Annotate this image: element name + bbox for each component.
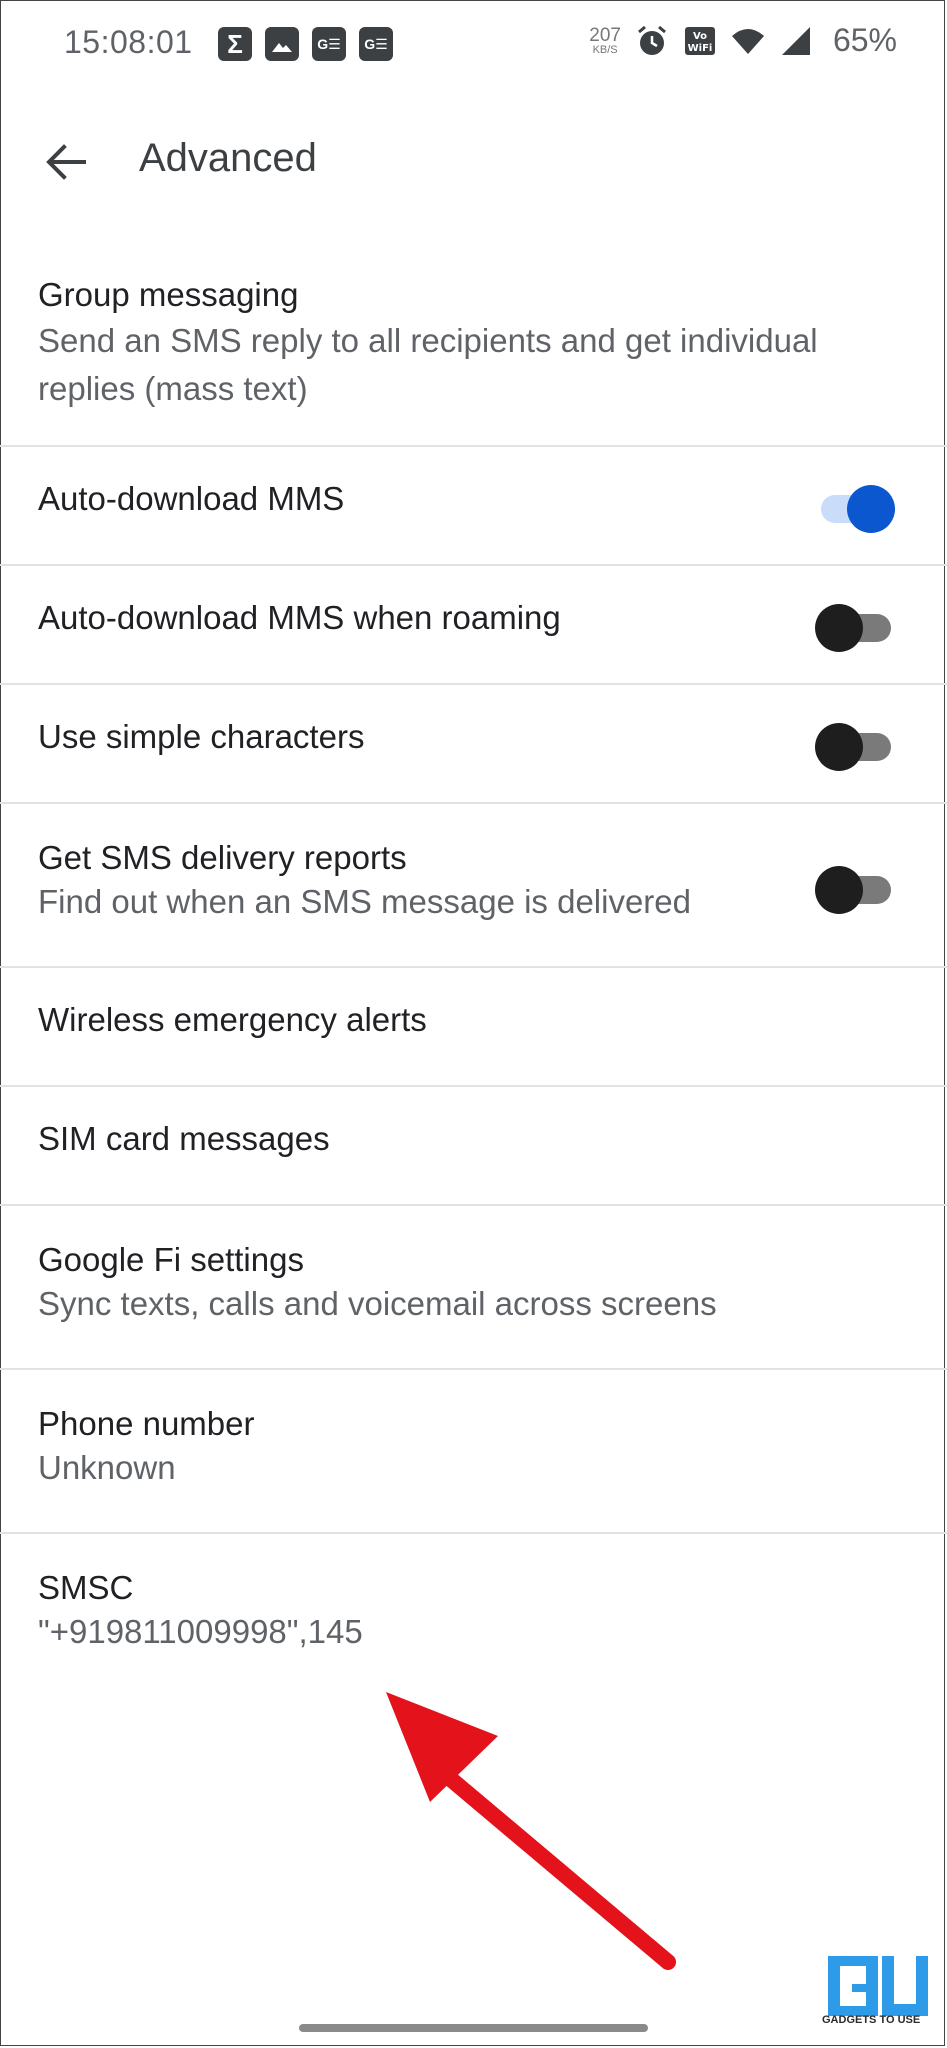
system-icons: 207 KB/S Vo WiFi 65% [589, 22, 897, 59]
setting-label: Google Fi settings [38, 1241, 304, 1278]
network-speed-unit: KB/S [592, 43, 618, 56]
setting-label: Use simple characters [38, 718, 365, 755]
setting-label: Group messaging [38, 276, 299, 313]
svg-text:WiFi: WiFi [688, 43, 713, 54]
auto-download-roaming-toggle[interactable] [815, 598, 895, 652]
home-indicator[interactable] [299, 2024, 648, 2032]
setting-label: SIM card messages [38, 1120, 330, 1157]
setting-value: Unknown [38, 1449, 176, 1486]
watermark-text: GADGETS TO USE [822, 2014, 921, 2026]
auto-download-mms-toggle[interactable] [815, 479, 895, 533]
setting-emergency-alerts[interactable]: Wireless emergency alerts [0, 968, 947, 1087]
network-speed: 207 KB/S [589, 26, 621, 56]
back-button[interactable] [36, 134, 96, 190]
svg-text:Vo: Vo [693, 31, 707, 42]
setting-label: Get SMS delivery reports [38, 839, 407, 876]
alarm-icon [637, 25, 666, 55]
settings-list: Group messaging Send an SMS reply to all… [0, 249, 947, 1684]
setting-auto-download-mms[interactable]: Auto-download MMS [0, 447, 947, 566]
delivery-reports-toggle[interactable] [815, 860, 895, 914]
setting-delivery-reports[interactable]: Get SMS delivery reports Find out when a… [0, 804, 947, 968]
setting-sim-card-messages[interactable]: SIM card messages [0, 1087, 947, 1206]
cellular-signal-icon [781, 26, 810, 55]
setting-label: Auto-download MMS when roaming [38, 599, 561, 636]
setting-google-fi[interactable]: Google Fi settings Sync texts, calls and… [0, 1206, 947, 1370]
toggle-knob [815, 866, 863, 914]
setting-smsc[interactable]: SMSC "+919811009998",145 [0, 1534, 947, 1684]
toggle-knob [847, 485, 895, 533]
simple-characters-toggle[interactable] [815, 717, 895, 771]
annotation-arrow-icon [386, 1692, 676, 1970]
setting-label: Wireless emergency alerts [38, 1001, 427, 1038]
setting-description: Sync texts, calls and voicemail across s… [38, 1285, 717, 1322]
notification-icons: Σ G☰ G☰ [218, 27, 393, 61]
setting-description: Send an SMS reply to all recipients and … [38, 322, 818, 407]
battery-percentage: 65% [832, 22, 897, 58]
setting-value: "+919811009998",145 [38, 1613, 363, 1650]
setting-label: Auto-download MMS [38, 480, 345, 517]
setting-phone-number[interactable]: Phone number Unknown [0, 1370, 947, 1534]
status-time: 15:08:01 [64, 24, 193, 60]
sigma-icon: Σ [218, 27, 252, 61]
setting-description: Find out when an SMS message is delivere… [38, 883, 692, 920]
arrow-back-icon [46, 144, 86, 180]
toggle-knob [815, 604, 863, 652]
setting-group-messaging[interactable]: Group messaging Send an SMS reply to all… [0, 249, 947, 447]
news-icon: G☰ [312, 27, 346, 61]
news-icon: G☰ [359, 27, 393, 61]
image-icon [265, 27, 299, 61]
page-title: Advanced [139, 136, 317, 180]
setting-label: Phone number [38, 1405, 255, 1442]
network-speed-value: 207 [589, 24, 621, 46]
setting-auto-download-roaming[interactable]: Auto-download MMS when roaming [0, 566, 947, 685]
volte-wifi-icon: Vo WiFi [684, 26, 715, 55]
setting-simple-characters[interactable]: Use simple characters [0, 685, 947, 804]
status-bar: 15:08:01 Σ G☰ G☰ 207 KB/S Vo WiFi 65% [0, 0, 947, 92]
app-bar: Advanced [0, 108, 947, 212]
toggle-knob [815, 723, 863, 771]
wifi-icon [731, 28, 764, 54]
setting-label: SMSC [38, 1569, 134, 1606]
